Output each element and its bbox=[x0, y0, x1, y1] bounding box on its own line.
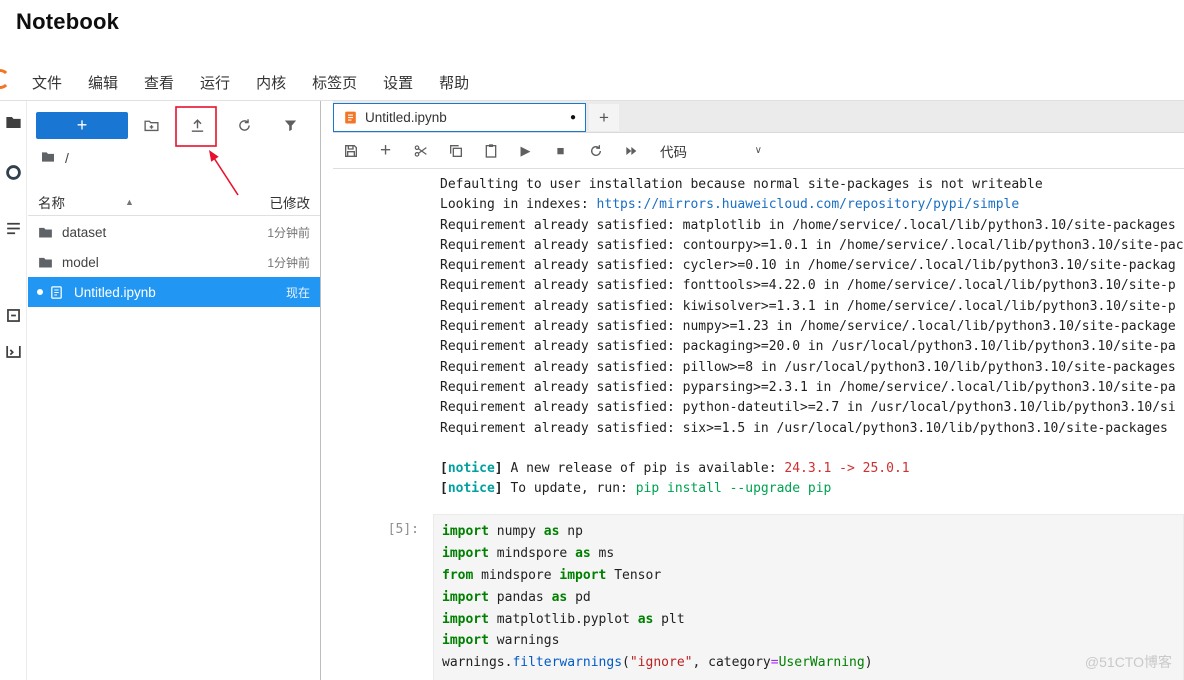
file-modified: 现在 bbox=[285, 285, 310, 300]
file-name: model bbox=[62, 254, 99, 270]
new-folder-button[interactable] bbox=[136, 110, 166, 140]
notebook-toolbar: + ▶ ■ 代码 ∨ bbox=[333, 133, 1184, 169]
output-line: Requirement already satisfied: cycler>=0… bbox=[440, 258, 1176, 274]
tab-title: Untitled.ipynb bbox=[365, 110, 447, 125]
activity-bar bbox=[0, 101, 27, 680]
paste-cell-button[interactable] bbox=[473, 137, 508, 165]
output-line: Requirement already satisfied: pyparsing… bbox=[440, 379, 1176, 395]
watermark: @51CTO博客 bbox=[1084, 654, 1172, 670]
code-line: import mindspore as ms bbox=[442, 545, 615, 561]
code-line: import numpy as np bbox=[442, 524, 583, 539]
cell-type-dropdown[interactable]: 代码 ∨ bbox=[660, 141, 762, 161]
filter-button[interactable] bbox=[276, 110, 306, 140]
tab-untitled-ipynb[interactable]: Untitled.ipynb ● bbox=[333, 103, 586, 132]
copy-cell-button[interactable] bbox=[438, 137, 473, 165]
output-line: Requirement already satisfied: python-da… bbox=[440, 400, 1176, 416]
output-line: Requirement already satisfied: pillow>=8… bbox=[440, 359, 1176, 375]
sort-ascending-icon[interactable]: ▲ bbox=[125, 197, 134, 207]
notebook-file-icon bbox=[343, 110, 358, 125]
breadcrumb-root[interactable]: / bbox=[65, 150, 69, 166]
file-name: dataset bbox=[62, 224, 107, 240]
output-line: [notice] A new release of pip is availab… bbox=[440, 461, 910, 477]
page-title: Notebook bbox=[16, 9, 120, 34]
notebook-content[interactable]: Defaulting to user installation because … bbox=[333, 169, 1184, 680]
output-line: Requirement already satisfied: six>=1.5 … bbox=[440, 420, 1168, 436]
menu-item-edit[interactable]: 编辑 bbox=[75, 72, 131, 93]
output-line: Requirement already satisfied: numpy>=1.… bbox=[440, 319, 1176, 335]
file-row-dataset[interactable]: dataset 1分钟前 bbox=[28, 217, 320, 247]
notebook-icon bbox=[49, 284, 67, 301]
file-browser-panel: + / 名称 ▲ 已修改 dataset 1分钟前 model 1分钟前 Unt… bbox=[28, 101, 321, 680]
code-line: warnings.filterwarnings("ignore", catego… bbox=[442, 655, 873, 671]
output-line: Looking in indexes: https://mirrors.huaw… bbox=[440, 197, 1020, 213]
folder-icon bbox=[40, 149, 56, 168]
menu-item-view[interactable]: 查看 bbox=[131, 72, 187, 93]
jupyter-notebook-app: Notebook 文件 编辑 查看 运行 内核 标签页 设置 帮助 + / 名称… bbox=[0, 0, 1184, 680]
menu-item-help[interactable]: 帮助 bbox=[426, 72, 482, 93]
file-browser-toolbar: + bbox=[36, 110, 314, 140]
code-line: import warnings bbox=[442, 633, 560, 649]
menu-item-file[interactable]: 文件 bbox=[19, 72, 75, 93]
folder-icon bbox=[37, 254, 55, 271]
file-list: dataset 1分钟前 model 1分钟前 Untitled.ipynb 现在 bbox=[28, 217, 320, 307]
code-line: import pandas as pd bbox=[442, 589, 591, 605]
menu-bar: 文件 编辑 查看 运行 内核 标签页 设置 帮助 bbox=[19, 66, 482, 98]
output-line: Requirement already satisfied: kiwisolve… bbox=[440, 298, 1176, 314]
running-sessions-icon[interactable] bbox=[4, 163, 23, 182]
app-logo-icon bbox=[0, 69, 10, 89]
output-line: Requirement already satisfied: fonttools… bbox=[440, 278, 1176, 294]
folder-icon bbox=[37, 224, 55, 241]
refresh-button[interactable] bbox=[229, 110, 259, 140]
code-line: from mindspore import Tensor bbox=[442, 567, 662, 583]
output-line: Defaulting to user installation because … bbox=[440, 177, 1043, 192]
main-area: Untitled.ipynb ● + + ▶ ■ 代码 ∨ Defaulting… bbox=[333, 101, 1184, 680]
upload-button[interactable] bbox=[183, 110, 213, 140]
code-line: import matplotlib.pyplot as plt bbox=[442, 611, 685, 627]
unsaved-dot-icon bbox=[37, 289, 43, 295]
file-browser-icon[interactable] bbox=[4, 113, 23, 132]
file-modified: 1分钟前 bbox=[267, 225, 310, 240]
file-row-untitled-ipynb[interactable]: Untitled.ipynb 现在 bbox=[28, 277, 320, 307]
output-line: [notice] To update, run: pip install --u… bbox=[440, 481, 832, 497]
output-line: Requirement already satisfied: contourpy… bbox=[440, 237, 1184, 253]
cut-cell-button[interactable] bbox=[403, 137, 438, 165]
cell-output-area: Defaulting to user installation because … bbox=[440, 175, 1184, 500]
file-row-model[interactable]: model 1分钟前 bbox=[28, 247, 320, 277]
insert-cell-button[interactable]: + bbox=[368, 137, 403, 165]
extensions-icon[interactable] bbox=[4, 306, 23, 325]
menu-item-settings[interactable]: 设置 bbox=[370, 72, 426, 93]
chevron-down-icon: ∨ bbox=[754, 145, 762, 156]
tab-bar: Untitled.ipynb ● + bbox=[333, 101, 1184, 133]
file-modified: 1分钟前 bbox=[267, 255, 310, 270]
terminal-icon[interactable] bbox=[4, 342, 23, 361]
code-editor[interactable]: import numpy as np import mindspore as ms… bbox=[433, 514, 1184, 680]
file-list-header: 名称 ▲ 已修改 bbox=[28, 189, 320, 216]
output-line: Requirement already satisfied: packaging… bbox=[440, 339, 1176, 355]
file-name: Untitled.ipynb bbox=[74, 284, 156, 300]
breadcrumb[interactable]: / bbox=[40, 148, 69, 168]
unsaved-dot-icon[interactable]: ● bbox=[570, 112, 576, 123]
restart-kernel-button[interactable] bbox=[578, 137, 613, 165]
save-button[interactable] bbox=[333, 137, 368, 165]
output-line: Requirement already satisfied: matplotli… bbox=[440, 217, 1176, 233]
cell-type-value: 代码 bbox=[660, 144, 687, 160]
column-header-modified[interactable]: 已修改 bbox=[270, 192, 311, 212]
new-launcher-button[interactable]: + bbox=[36, 111, 128, 139]
interrupt-kernel-button[interactable]: ■ bbox=[543, 137, 578, 165]
new-tab-button[interactable]: + bbox=[589, 104, 619, 131]
menu-item-kernel[interactable]: 内核 bbox=[243, 72, 299, 93]
menu-item-run[interactable]: 运行 bbox=[187, 72, 243, 93]
column-header-name[interactable]: 名称 bbox=[38, 192, 65, 212]
restart-run-all-button[interactable] bbox=[613, 137, 648, 165]
menu-item-tabs[interactable]: 标签页 bbox=[299, 72, 370, 93]
run-cell-button[interactable]: ▶ bbox=[508, 137, 543, 165]
table-of-contents-icon[interactable] bbox=[4, 219, 23, 238]
code-cell: [5]: import numpy as np import mindspore … bbox=[333, 514, 1184, 680]
execution-count: [5]: bbox=[387, 522, 419, 537]
